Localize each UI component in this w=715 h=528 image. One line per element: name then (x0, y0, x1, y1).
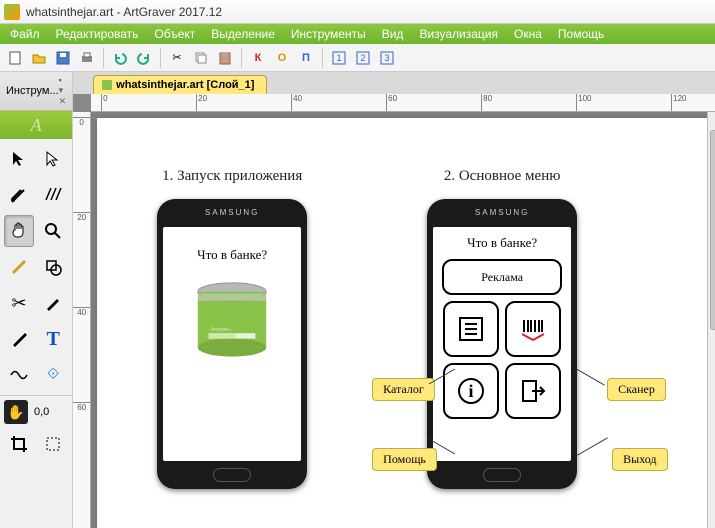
coord-value: 0,0 (34, 406, 49, 418)
layout-3-icon[interactable]: 3 (376, 47, 398, 69)
sidebar-controls[interactable]: ▪ ▾ ✕ (59, 75, 67, 107)
screen-2-title: Что в банке? (467, 235, 537, 251)
tool-o-button[interactable]: О (271, 47, 293, 69)
main-toolbar: ✂ К О П 1 2 3 (0, 44, 715, 72)
mockup-2-title: 2. Основное меню (444, 168, 561, 185)
document-tab[interactable]: whatsinthejar.art [Слой_1] (93, 75, 267, 94)
redo-icon[interactable] (133, 47, 155, 69)
mockup-1-title: 1. Запуск приложения (162, 168, 302, 185)
svg-text:2: 2 (360, 53, 365, 63)
path-tool-icon[interactable] (4, 359, 34, 391)
menu-object[interactable]: Объект (146, 25, 203, 43)
canvas-page[interactable]: 1. Запуск приложения SAMSUNG Что в банке… (97, 118, 715, 528)
hand-indicator-icon[interactable]: ✋ (4, 400, 28, 424)
hatch-tool-icon[interactable] (38, 179, 68, 211)
hand-tool-icon[interactable] (4, 215, 34, 247)
menu-edit[interactable]: Редактировать (48, 25, 147, 43)
line-tool-icon[interactable] (4, 251, 34, 283)
canvas-area[interactable]: 1. Запуск приложения SAMSUNG Что в банке… (91, 112, 715, 528)
scrollbar-vertical[interactable] (707, 112, 715, 528)
phone-home-2 (483, 468, 521, 482)
scrollbar-thumb[interactable] (710, 130, 715, 330)
menu-file[interactable]: Файл (2, 25, 48, 43)
document-tab-icon (102, 80, 112, 90)
tool-p-button[interactable]: П (295, 47, 317, 69)
sidebar-title-text: Инструм... (6, 85, 59, 97)
menu-help[interactable]: Помощь (550, 25, 612, 43)
callout-help: Помощь (372, 448, 437, 471)
ruler-vertical[interactable]: 0 20 40 60 (73, 112, 91, 528)
tools-sidebar: Инструм... ▪ ▾ ✕ A ✂ T ⟐ ✋ 0,0 (0, 72, 73, 528)
callout-catalog: Каталог (372, 378, 435, 401)
screen-1: Что в банке? Загрузка... (163, 227, 301, 461)
coord-display: ✋ 0,0 (0, 395, 72, 428)
ruler-horizontal[interactable]: 0 20 40 60 80 100 120 (91, 94, 715, 112)
clear-tool-icon[interactable] (38, 428, 68, 460)
tool-k-button[interactable]: К (247, 47, 269, 69)
phone-home-1 (213, 468, 251, 482)
scanner-cell-icon (505, 301, 561, 357)
crop-tool-icon[interactable] (4, 428, 34, 460)
print-icon[interactable] (76, 47, 98, 69)
screen-2: Что в банке? Реклама (433, 227, 571, 461)
sidebar-title: Инструм... ▪ ▾ ✕ (0, 72, 72, 111)
menu-visualization[interactable]: Визуализация (411, 25, 506, 43)
exit-cell-icon (505, 363, 561, 419)
title-bar: whatsinthejar.art - ArtGraver 2017.12 (0, 0, 715, 24)
menu-windows[interactable]: Окна (506, 25, 550, 43)
new-file-icon[interactable] (4, 47, 26, 69)
open-file-icon[interactable] (28, 47, 50, 69)
jar-can-icon: Загрузка... (187, 281, 277, 362)
cut-icon[interactable]: ✂ (166, 47, 188, 69)
scissors-tool-icon[interactable]: ✂ (4, 287, 34, 319)
tab-label: whatsinthejar.art [Слой_1] (116, 79, 254, 91)
copy-icon[interactable] (190, 47, 212, 69)
layout-2-icon[interactable]: 2 (352, 47, 374, 69)
menu-selection[interactable]: Выделение (203, 25, 283, 43)
svg-text:Загрузка...: Загрузка... (211, 327, 233, 332)
window-title: whatsinthejar.art - ArtGraver 2017.12 (26, 5, 222, 19)
catalog-cell-icon (443, 301, 499, 357)
pen-tool-icon[interactable] (38, 287, 68, 319)
menu-view[interactable]: Вид (374, 25, 412, 43)
document-tab-bar: whatsinthejar.art [Слой_1] (73, 72, 715, 94)
paste-icon[interactable] (214, 47, 236, 69)
svg-text:1: 1 (336, 53, 341, 63)
node-tool-icon[interactable] (38, 143, 68, 175)
sidebar-brand-logo: A (0, 111, 72, 139)
select-tool-icon[interactable] (4, 143, 34, 175)
svg-text:i: i (469, 381, 474, 401)
callout-scanner: Сканер (607, 378, 666, 401)
undo-icon[interactable] (109, 47, 131, 69)
engrave-tool-icon[interactable] (4, 179, 34, 211)
text-tool-icon[interactable]: T (38, 323, 68, 355)
link-tool-icon[interactable]: ⟐ (38, 359, 68, 391)
svg-text:3: 3 (384, 53, 389, 63)
brush-tool-icon[interactable] (4, 323, 34, 355)
phone-frame-1: SAMSUNG Что в банке? (157, 199, 307, 489)
canvas-wrap: whatsinthejar.art [Слой_1] 0 20 40 60 80… (73, 72, 715, 528)
mockup-menu: 2. Основное меню SAMSUNG Что в банке? Ре… (427, 168, 577, 489)
menu-icon-grid: i (443, 301, 561, 419)
screen-1-title: Что в банке? (197, 247, 267, 263)
menu-tools[interactable]: Инструменты (283, 25, 374, 43)
phone-frame-2: SAMSUNG Что в банке? Реклама (427, 199, 577, 489)
shape-tool-icon[interactable] (38, 251, 68, 283)
phone-brand-2: SAMSUNG (427, 208, 577, 217)
menu-bar: Файл Редактировать Объект Выделение Инст… (0, 24, 715, 44)
mockup-launch: 1. Запуск приложения SAMSUNG Что в банке… (157, 168, 307, 489)
save-icon[interactable] (52, 47, 74, 69)
app-icon (4, 4, 20, 20)
phone-brand-1: SAMSUNG (157, 208, 307, 217)
ad-box: Реклама (442, 259, 562, 295)
layout-1-icon[interactable]: 1 (328, 47, 350, 69)
zoom-tool-icon[interactable] (38, 215, 68, 247)
callout-exit: Выход (612, 448, 667, 471)
